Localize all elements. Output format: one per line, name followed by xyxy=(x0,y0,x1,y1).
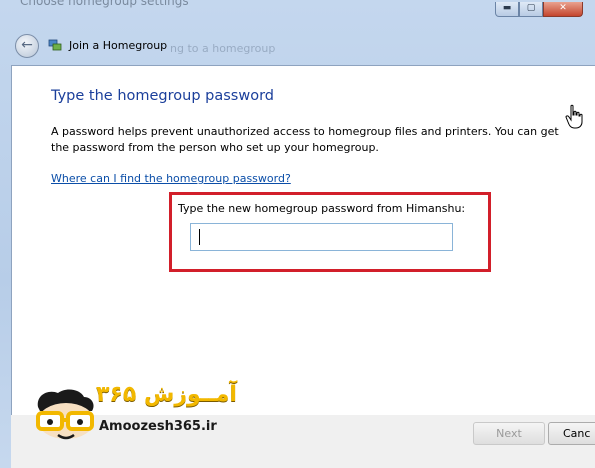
brand-english-text: Amoozesh365.ir xyxy=(99,419,217,434)
brand-persian-text: آمــوزش ۳۶۵ xyxy=(96,382,237,407)
text-caret xyxy=(199,229,200,245)
content-pane: Type the homegroup password A password h… xyxy=(11,65,595,415)
wizard-nav: ← Join a Homegroup ng to a homegroup xyxy=(0,28,595,64)
maximize-button[interactable]: ▢ xyxy=(519,2,543,17)
wizard-ghost-text: ng to a homegroup xyxy=(170,42,276,55)
back-button[interactable]: ← xyxy=(15,34,39,58)
minimize-button[interactable]: ▬ xyxy=(495,2,519,17)
hand-cursor-icon xyxy=(565,104,583,129)
help-link[interactable]: Where can I find the homegroup password? xyxy=(51,172,291,185)
homegroup-icon xyxy=(48,39,62,51)
caption-buttons: ▬ ▢ ✕ xyxy=(495,2,583,17)
password-input[interactable] xyxy=(190,223,453,251)
password-label: Type the new homegroup password from Him… xyxy=(178,202,466,215)
cancel-button[interactable]: Canc xyxy=(548,422,595,445)
next-button[interactable]: Next xyxy=(473,422,545,445)
page-title: Type the homegroup password xyxy=(51,88,274,104)
wizard-title: Join a Homegroup xyxy=(69,39,168,52)
title-bar[interactable]: Choose homegroup settings ▬ ▢ ✕ xyxy=(0,0,595,28)
window-title: Choose homegroup settings xyxy=(20,0,189,8)
close-button[interactable]: ✕ xyxy=(543,2,583,17)
description-text: A password helps prevent unauthorized ac… xyxy=(51,125,559,154)
window-frame: Choose homegroup settings ▬ ▢ ✕ ← Join a… xyxy=(0,0,595,468)
